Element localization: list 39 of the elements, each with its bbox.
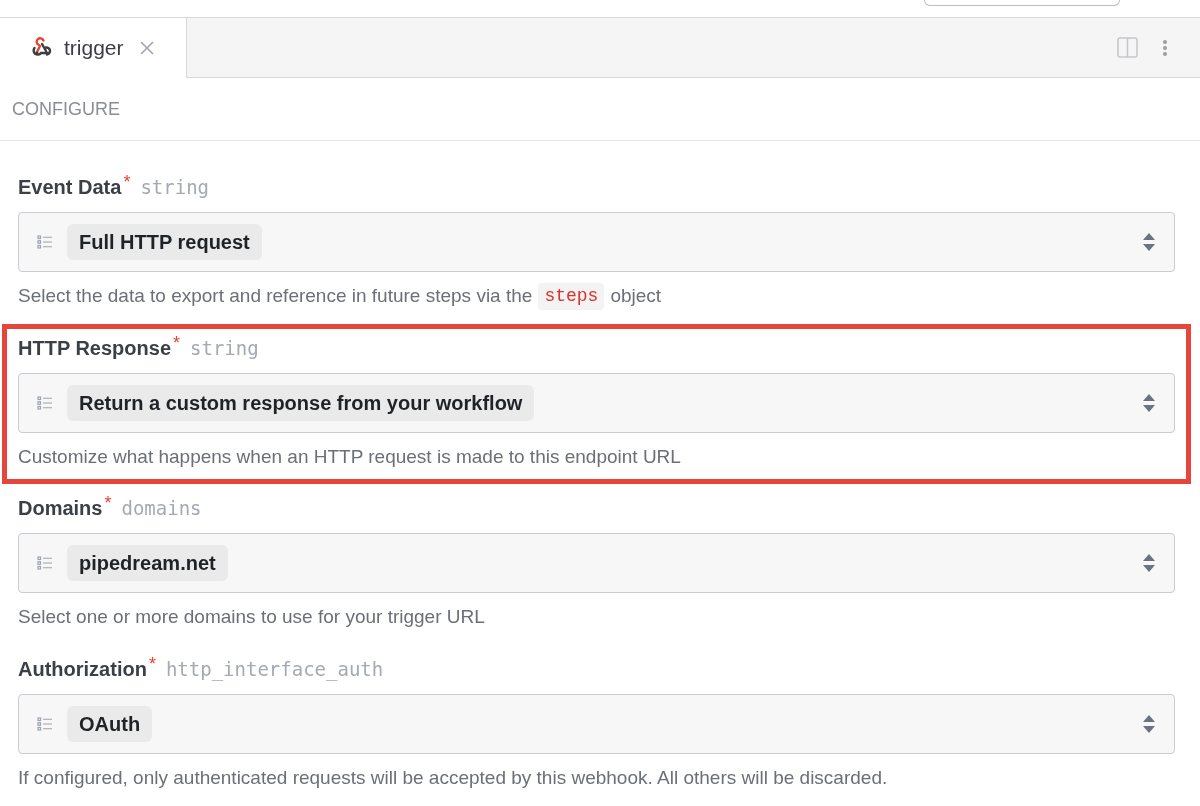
select-field[interactable]: OAuth bbox=[18, 693, 1175, 754]
field-type: domains bbox=[121, 496, 202, 521]
sort-icon bbox=[1142, 392, 1156, 413]
help-text: Select the data to export and reference in future steps via the steps object bbox=[18, 282, 1175, 311]
field-label: Event Data bbox=[18, 175, 122, 200]
close-icon[interactable] bbox=[139, 41, 154, 55]
select-field[interactable]: Return a custom response from your workflow bbox=[18, 372, 1175, 433]
select-field[interactable]: pipedream.net bbox=[18, 533, 1175, 593]
select-field[interactable]: Full HTTP request bbox=[18, 212, 1175, 272]
required-mark: * bbox=[173, 332, 180, 353]
help-text: Customize what happens when an HTTP request is made to this endpoint URL bbox=[18, 444, 682, 469]
tab-label: trigger bbox=[64, 35, 124, 62]
required-mark: * bbox=[148, 653, 156, 674]
field-label: Domains bbox=[18, 496, 103, 521]
field-type: http_interface_auth bbox=[165, 656, 384, 683]
list-icon bbox=[37, 395, 53, 410]
selected-value: OAuth bbox=[67, 705, 153, 742]
sort-icon bbox=[1142, 553, 1156, 573]
field-type: string bbox=[190, 335, 259, 361]
help-text: Select one or more domains to use for your trigger URL bbox=[18, 605, 486, 629]
webhook-icon bbox=[30, 37, 54, 59]
field-label: Authorization bbox=[18, 656, 147, 682]
more-icon[interactable] bbox=[1162, 38, 1168, 57]
selected-value: Full HTTP request bbox=[67, 224, 262, 260]
field-type: string bbox=[140, 175, 210, 200]
tab[interactable]: trigger bbox=[0, 18, 187, 78]
required-mark: * bbox=[123, 172, 131, 192]
selected-value: pipedream.net bbox=[67, 545, 228, 581]
list-icon bbox=[37, 716, 53, 731]
required-mark: * bbox=[104, 493, 112, 513]
split-view-icon[interactable] bbox=[1117, 37, 1138, 58]
sort-icon bbox=[1142, 232, 1156, 252]
selected-value: Return a custom response from your workflow bbox=[67, 384, 535, 421]
help-text: If configured, only authenticated requests will be accepted by this webhook. All others will be discarded. bbox=[18, 765, 889, 790]
list-icon bbox=[37, 235, 53, 249]
list-icon bbox=[37, 556, 53, 570]
field-label: HTTP Response bbox=[18, 335, 171, 361]
section-title: CONFIGURE bbox=[12, 97, 120, 121]
sort-icon bbox=[1142, 713, 1156, 734]
